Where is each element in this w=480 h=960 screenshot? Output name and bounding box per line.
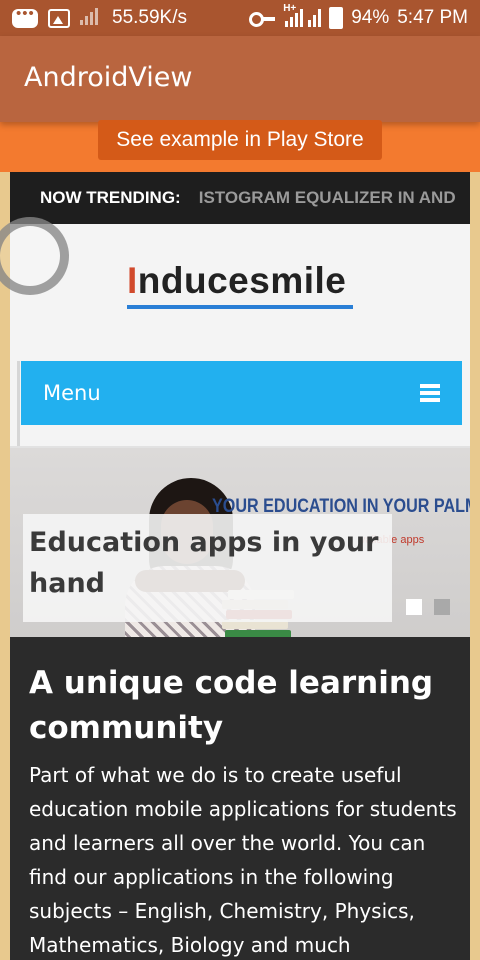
status-bar: 55.59K/s H+ 94% 5:47 PM bbox=[0, 0, 480, 36]
battery-level: 94% bbox=[351, 7, 390, 28]
trending-label: NOW TRENDING: bbox=[40, 188, 181, 207]
hero-slider[interactable]: YOUR EDUCATION IN YOUR PALM vailable app… bbox=[10, 448, 470, 637]
network-speed: 55.59K/s bbox=[112, 7, 187, 28]
logo-underline bbox=[127, 305, 353, 309]
app-title: AndroidView bbox=[24, 62, 193, 93]
play-store-button[interactable]: See example in Play Store bbox=[98, 120, 382, 160]
app-bar: AndroidView bbox=[0, 36, 480, 122]
battery-charging-icon bbox=[329, 7, 344, 29]
slider-dot-2[interactable] bbox=[434, 599, 450, 615]
logo-text: nducesmile bbox=[137, 260, 347, 301]
menu-divider bbox=[17, 361, 20, 447]
web-view[interactable]: NOW TRENDING: ISTOGRAM EQUALIZER IN AND … bbox=[10, 172, 470, 960]
slider-pagination bbox=[406, 599, 450, 615]
chat-icon bbox=[12, 5, 38, 28]
trending-headline-link[interactable]: ISTOGRAM EQUALIZER IN AND bbox=[199, 188, 456, 208]
clock: 5:47 PM bbox=[397, 7, 468, 28]
menu-label: Menu bbox=[43, 381, 101, 405]
menu-toggle-bar[interactable]: Menu bbox=[21, 361, 462, 425]
section-body: Part of what we do is to create useful e… bbox=[29, 763, 457, 957]
site-logo[interactable]: Inducesmile bbox=[127, 260, 346, 302]
key-icon bbox=[249, 11, 276, 27]
hamburger-icon[interactable] bbox=[420, 384, 440, 402]
slide-caption-box[interactable]: Education apps in your hand bbox=[23, 514, 392, 622]
slider-dot-1[interactable] bbox=[406, 599, 422, 615]
no-signal-icon bbox=[80, 7, 102, 29]
signal-icon: H+ bbox=[283, 3, 322, 27]
image-icon bbox=[48, 8, 70, 28]
logo-initial: I bbox=[127, 260, 138, 301]
network-type: H+ bbox=[283, 3, 297, 14]
slide-caption: Education apps in your hand bbox=[29, 527, 379, 599]
trending-ticker: NOW TRENDING: ISTOGRAM EQUALIZER IN AND bbox=[10, 172, 470, 224]
section-heading: A unique code learning community bbox=[29, 665, 434, 746]
intro-section: A unique code learning community Part of… bbox=[10, 637, 470, 960]
